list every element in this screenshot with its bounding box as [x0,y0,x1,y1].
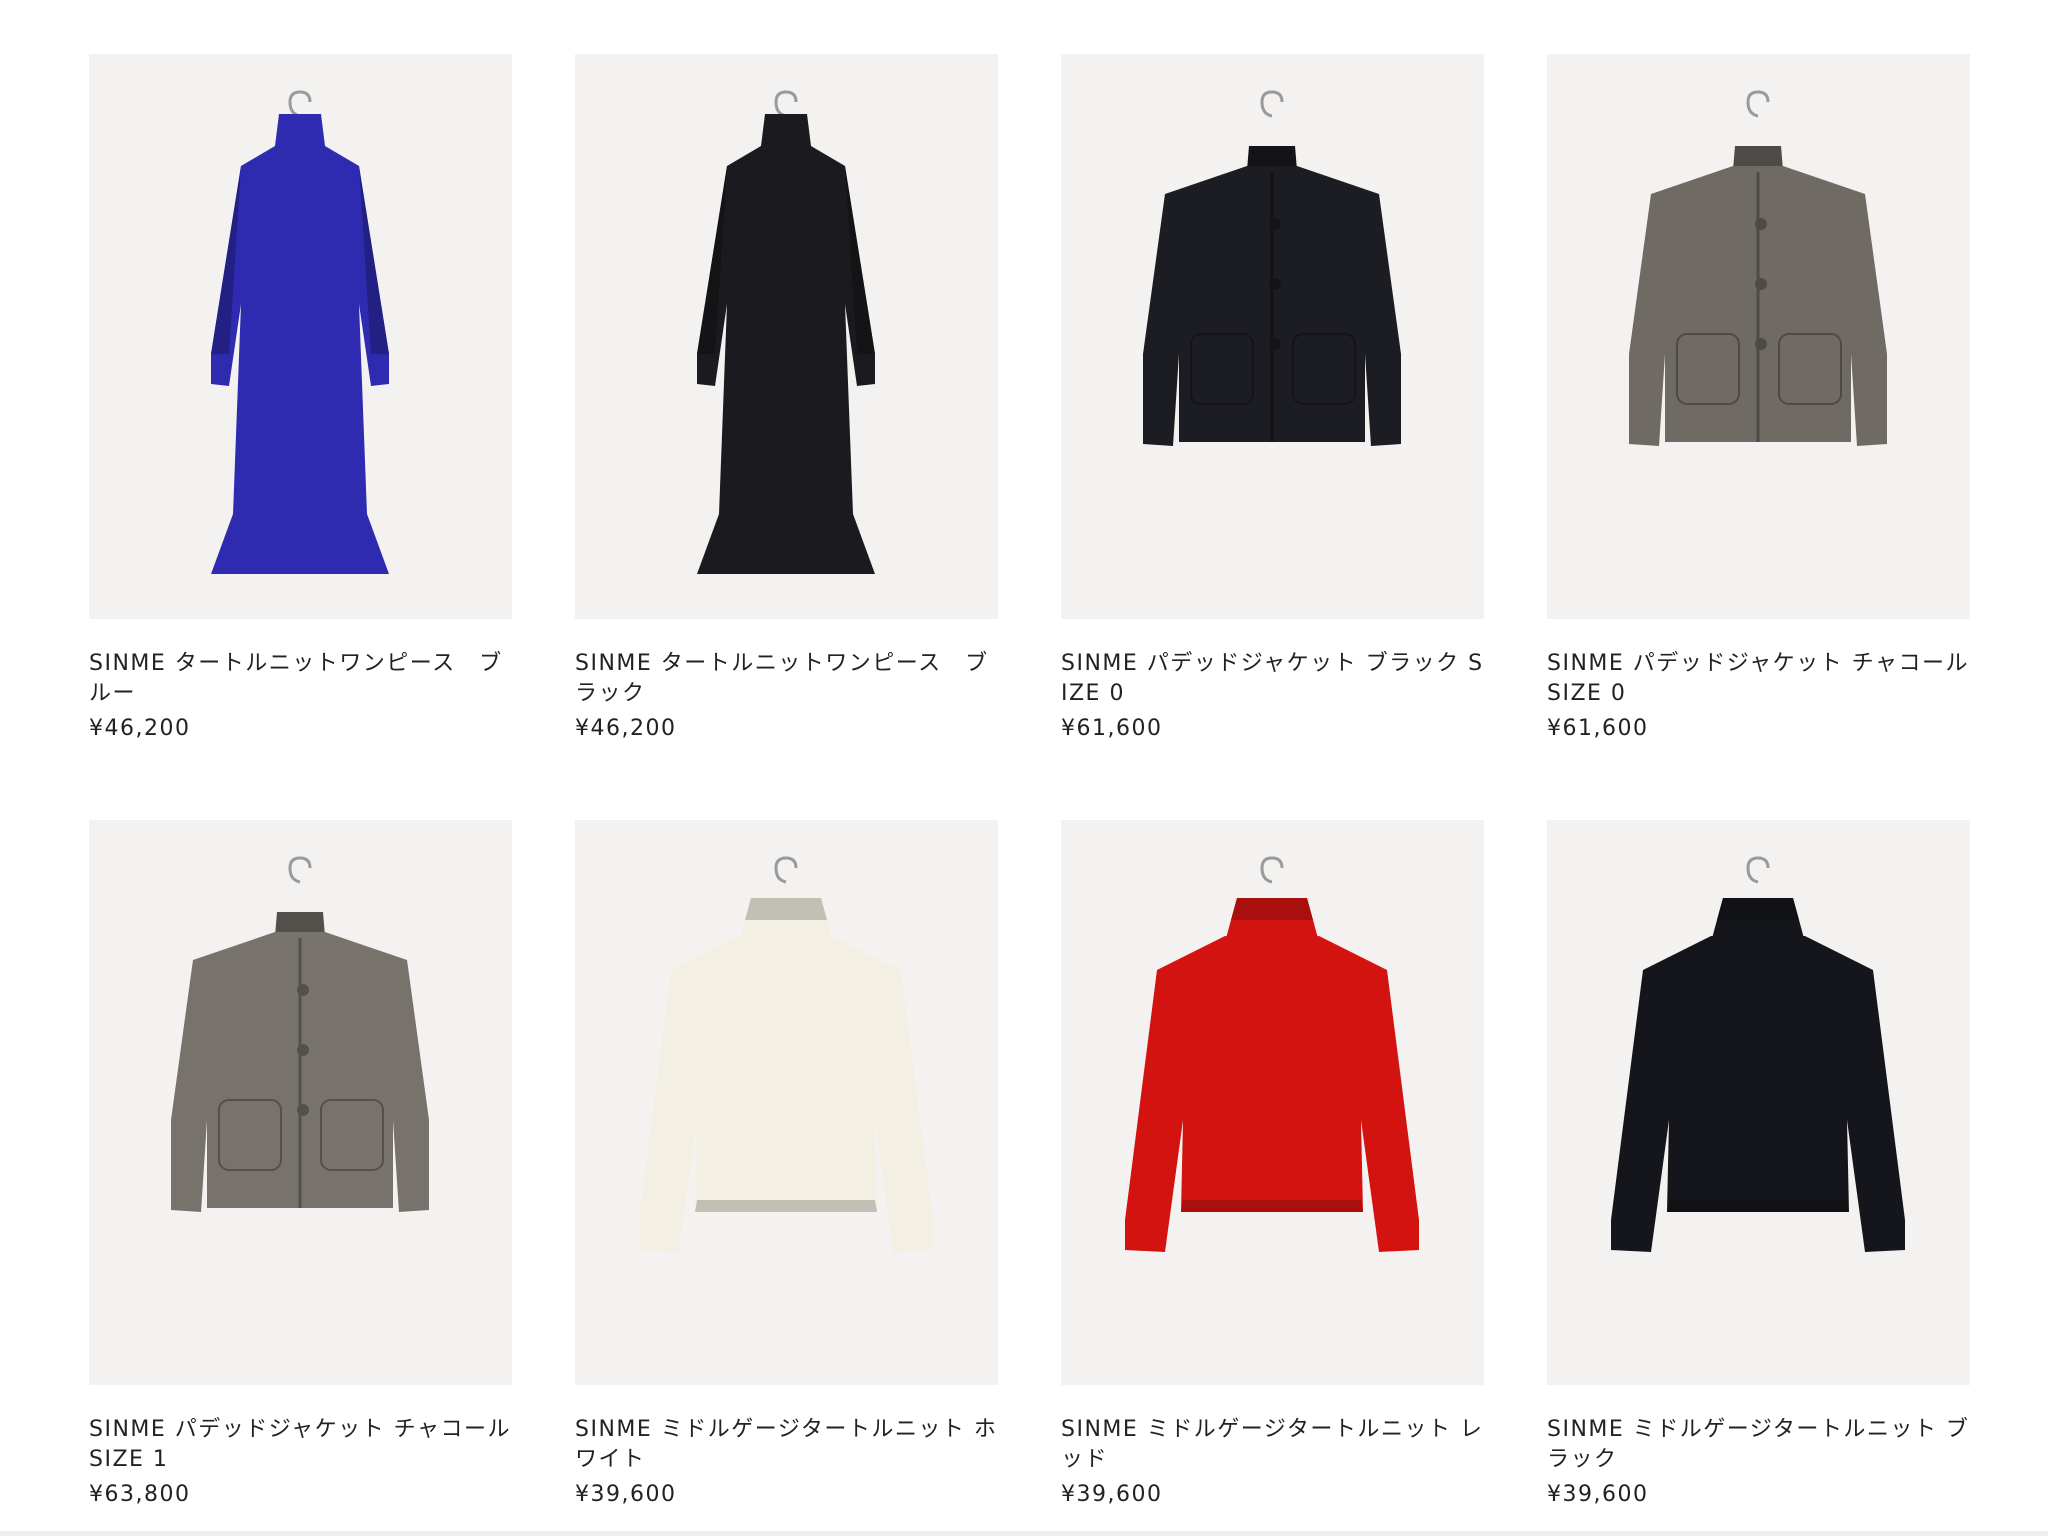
product-card[interactable]: SINME タートルニットワンピース ブラック ¥46,200 [575,54,998,743]
product-price: ¥61,600 [1061,716,1163,741]
dress-icon [89,54,512,619]
product-price: ¥39,600 [1547,1482,1649,1507]
product-name[interactable]: SINME ミドルゲージタートルニット レッド [1061,1415,1484,1475]
jacket-icon [89,820,512,1385]
product-name[interactable]: SINME パデッドジャケット チャコール SIZE 0 [1547,649,1991,709]
product-price: ¥46,200 [575,716,677,741]
product-price: ¥63,800 [89,1482,191,1507]
product-name[interactable]: SINME タートルニットワンピース ブラック [575,649,998,709]
product-image[interactable] [1547,820,1970,1385]
product-image[interactable] [89,54,512,619]
dress-icon [575,54,998,619]
product-card[interactable]: SINME ミドルゲージタートルニット ブラック ¥39,600 [1547,820,1970,1509]
product-price: ¥46,200 [89,716,191,741]
page-bottom-border [0,1531,2048,1536]
product-name[interactable]: SINME パデッドジャケット ブラック SIZE 0 [1061,649,1484,709]
product-card[interactable]: SINME パデッドジャケット チャコール SIZE 0 ¥61,600 [1547,54,1991,743]
product-price: ¥39,600 [575,1482,677,1507]
product-card[interactable]: SINME ミドルゲージタートルニット ホワイト ¥39,600 [575,820,998,1509]
product-card[interactable]: SINME パデッドジャケット ブラック SIZE 0 ¥61,600 [1061,54,1484,743]
product-image[interactable] [1061,54,1484,619]
product-card[interactable]: SINME タートルニットワンピース ブルー ¥46,200 [89,54,512,743]
product-price: ¥61,600 [1547,716,1649,741]
product-price: ¥39,600 [1061,1482,1163,1507]
product-card[interactable]: SINME パデッドジャケット チャコール SIZE 1 ¥63,800 [89,820,533,1509]
product-image[interactable] [575,54,998,619]
product-card[interactable]: SINME ミドルゲージタートルニット レッド ¥39,600 [1061,820,1484,1509]
product-name[interactable]: SINME ミドルゲージタートルニット ホワイト [575,1415,998,1475]
product-image[interactable] [575,820,998,1385]
jacket-icon [1061,54,1484,619]
product-name[interactable]: SINME パデッドジャケット チャコール SIZE 1 [89,1415,533,1475]
product-grid: SINME タートルニットワンピース ブルー ¥46,200 SINME タート… [0,0,2048,1536]
sweater-icon [1547,820,1970,1385]
jacket-icon [1547,54,1970,619]
product-image[interactable] [89,820,512,1385]
sweater-icon [1061,820,1484,1385]
product-name[interactable]: SINME タートルニットワンピース ブルー [89,649,512,709]
sweater-icon [575,820,998,1385]
product-name[interactable]: SINME ミドルゲージタートルニット ブラック [1547,1415,1970,1475]
product-image[interactable] [1061,820,1484,1385]
product-image[interactable] [1547,54,1970,619]
